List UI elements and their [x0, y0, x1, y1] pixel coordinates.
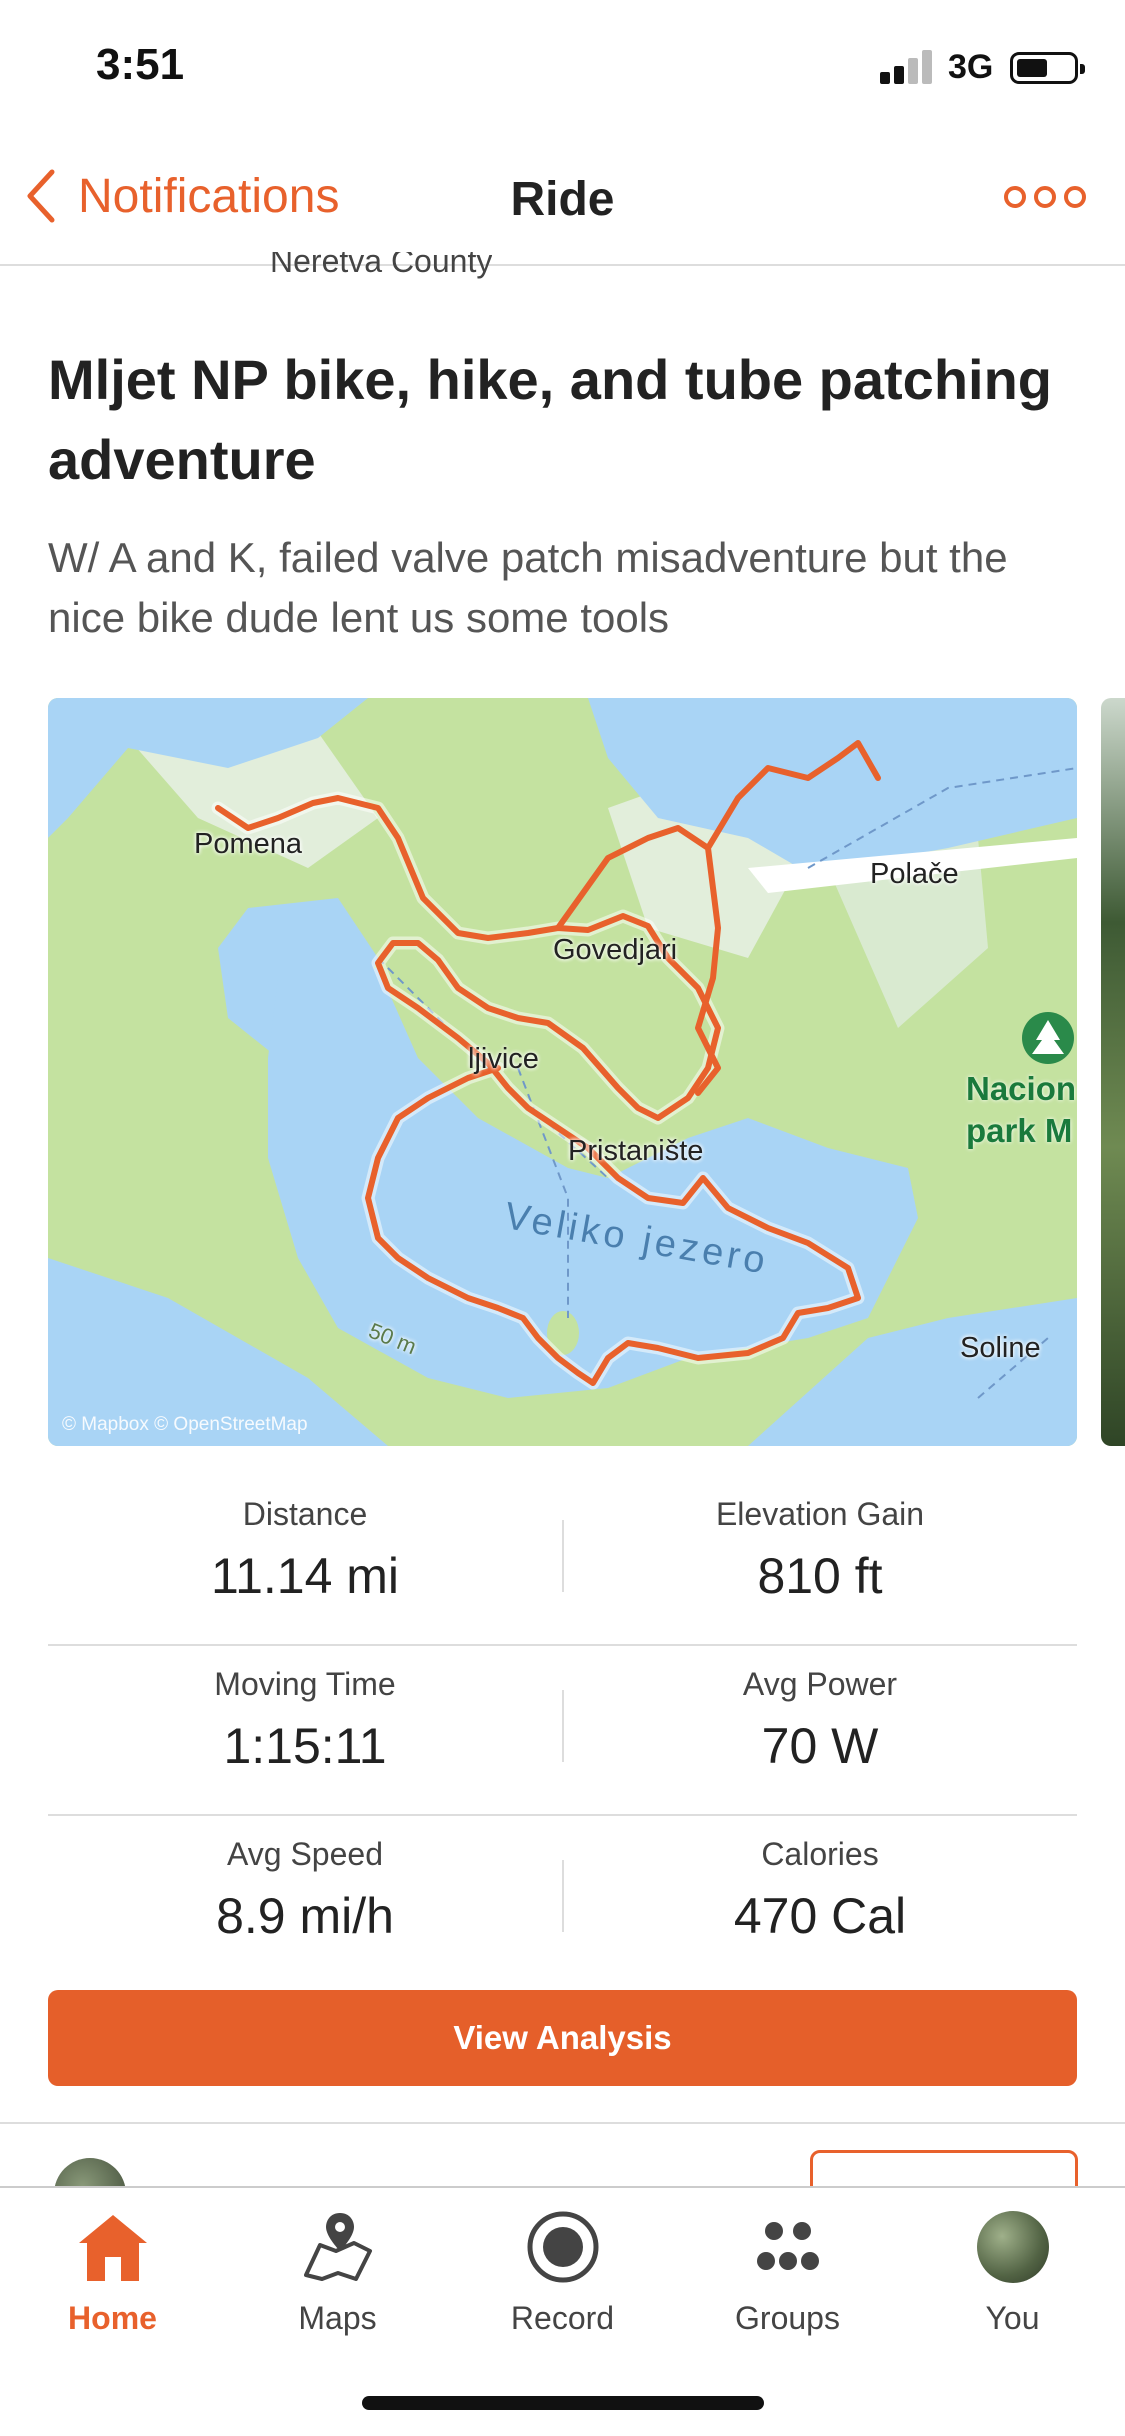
map-label-polace: Polače — [870, 858, 959, 890]
home-indicator — [362, 2396, 764, 2410]
stat-distance: Distance 11.14 mi — [210, 1496, 400, 1604]
nav-bar: Notifications Ride — [0, 140, 1125, 266]
stats-row: Moving Time 1:15:11 Avg Power 70 W — [48, 1646, 1077, 1816]
groups-icon — [756, 2222, 819, 2270]
map-label-soline: Soline — [960, 1332, 1041, 1364]
home-icon — [78, 2215, 147, 2281]
stats-row: Distance 11.14 mi Elevation Gain 810 ft — [48, 1476, 1077, 1646]
stat-calories: Calories 470 Cal — [733, 1836, 907, 1944]
map-label-pristaniste: Pristanište — [568, 1135, 704, 1167]
stat-avg-speed: Avg Speed 8.9 mi/h — [216, 1836, 394, 1944]
map-canvas — [48, 698, 1077, 1446]
map-label-pomena: Pomena — [194, 828, 303, 860]
dot-icon — [1004, 186, 1026, 208]
stats-grid: Distance 11.14 mi Elevation Gain 810 ft … — [48, 1476, 1077, 1986]
chevron-left-icon — [27, 169, 55, 223]
tab-groups[interactable]: Groups — [675, 2204, 900, 2337]
battery-icon — [1010, 52, 1085, 84]
map-icon — [303, 2213, 372, 2281]
network-type: 3G — [948, 48, 994, 86]
record-icon — [527, 2211, 598, 2283]
dot-icon — [1064, 186, 1086, 208]
status-time: 3:51 — [96, 40, 185, 89]
map-attribution: © Mapbox © OpenStreetMap — [62, 1414, 308, 1435]
stat-avg-power: Avg Power 70 W — [742, 1666, 898, 1774]
signal-icon — [880, 50, 936, 84]
map-label-park: Nacion park M — [966, 1070, 1077, 1149]
stat-moving-time: Moving Time 1:15:11 — [214, 1666, 396, 1774]
view-analysis-button[interactable]: View Analysis — [48, 1990, 1077, 2086]
activity-description: W/ A and K, failed valve patch misadvent… — [48, 534, 1008, 641]
stats-row: Avg Speed 8.9 mi/h Calories 470 Cal — [48, 1816, 1077, 1986]
stat-elevation-gain: Elevation Gain 810 ft — [715, 1496, 925, 1604]
tab-you[interactable]: You — [900, 2204, 1125, 2337]
tab-home[interactable]: Home — [0, 2204, 225, 2337]
activity-title: Mljet NP bike, hike, and tube patching a… — [48, 348, 1053, 491]
section-divider — [0, 2122, 1125, 2124]
map-label-govedjari: Govedjari — [553, 934, 678, 966]
tab-record[interactable]: Record — [450, 2204, 675, 2337]
activity-location: Neretva County — [270, 252, 493, 279]
back-button[interactable]: Notifications — [26, 168, 339, 224]
avatar — [976, 2211, 1049, 2283]
map-label-babine: ljivice — [468, 1043, 539, 1075]
more-options-button[interactable] — [1004, 186, 1086, 208]
dot-icon — [1034, 186, 1056, 208]
back-label: Notifications — [78, 169, 340, 223]
status-bar: 3:51 3G — [0, 0, 1125, 140]
photo-carousel-peek[interactable] — [1101, 698, 1125, 1446]
tab-maps[interactable]: Maps — [225, 2204, 450, 2337]
route-map[interactable]: Pomena Polače Govedjari ljivice Pristani… — [48, 698, 1077, 1446]
